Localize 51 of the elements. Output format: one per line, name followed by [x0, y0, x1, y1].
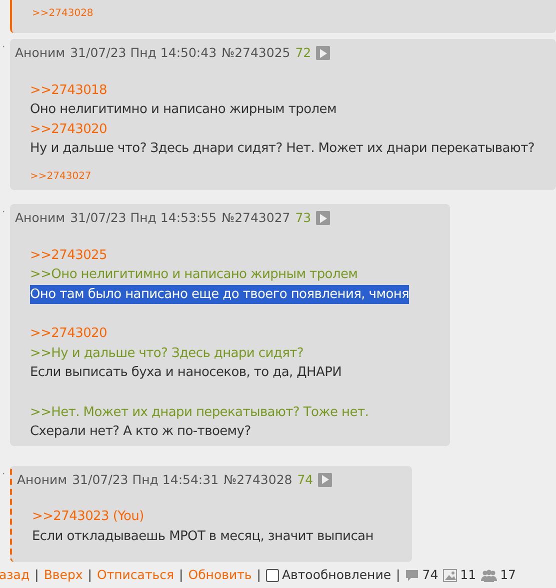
- nav-link[interactable]: Отписаться: [97, 567, 174, 584]
- separator: |: [179, 567, 184, 584]
- backlink[interactable]: >>2743028: [32, 6, 94, 21]
- post-marker: ·: [1, 206, 6, 218]
- post-date: 31/07/23 Пнд 14:50:43: [70, 44, 217, 62]
- nav-link[interactable]: азад: [0, 567, 30, 584]
- post-text: Оно нелигитимно и написано жирным тролем: [30, 101, 336, 120]
- separator: |: [256, 567, 261, 584]
- nav-link[interactable]: Обновить: [188, 567, 252, 584]
- nav-link[interactable]: Вверх: [44, 567, 83, 584]
- post-number[interactable]: №2743027: [222, 208, 290, 228]
- backlink[interactable]: >>2743027: [30, 168, 92, 184]
- reply-link[interactable]: >>2743023 (You): [32, 507, 144, 527]
- reply-link[interactable]: >>2743018: [30, 80, 107, 100]
- autoupdate-label: Автообновление: [282, 567, 392, 584]
- post-number[interactable]: №2743028: [224, 470, 292, 490]
- image-icon: [443, 568, 458, 582]
- quote-text: >>Оно нелигитимно и написано жирным тролем: [30, 266, 358, 284]
- post-marker: ·: [1, 41, 6, 53]
- post-text: Если выписать буха и наносеков, то да, ДНАРИ: [30, 364, 342, 382]
- people-icon: [481, 568, 498, 582]
- author-name: Аноним: [15, 208, 66, 227]
- reply-link[interactable]: >>2743020: [30, 324, 107, 344]
- post-text: Ну и дальше что? Здесь днари сидят? Нет. Может их днари перекатывают?: [30, 140, 534, 158]
- post-number[interactable]: №2743025: [222, 44, 290, 63]
- quote-text: >>Нет. Может их днари перекатывают? Тоже нет.: [30, 404, 369, 422]
- posters-count: 17: [500, 567, 516, 584]
- post-text: Оно там было написано еще до твоего появления, чмоня: [30, 284, 410, 304]
- play-icon[interactable]: [316, 211, 330, 226]
- post-marker: ·: [1, 468, 6, 480]
- author-name: Аноним: [17, 470, 68, 488]
- separator: |: [88, 567, 92, 584]
- post-date: 31/07/23 Пнд 14:53:55: [70, 208, 217, 227]
- speech-bubble-icon: [405, 568, 420, 582]
- play-icon[interactable]: [318, 472, 332, 487]
- reply-link[interactable]: >>2743025: [30, 246, 107, 265]
- post-text: Если откладываешь МРОТ в месяц, значит выписан: [32, 528, 374, 546]
- play-icon[interactable]: [316, 46, 330, 60]
- author-name: Аноним: [15, 44, 66, 62]
- autoupdate-checkbox[interactable]: [266, 568, 279, 582]
- post-count: 73: [295, 208, 312, 227]
- separator: |: [34, 567, 39, 584]
- posts-count: 74: [422, 567, 438, 584]
- separator: |: [396, 567, 400, 584]
- images-count: 11: [460, 567, 476, 584]
- reply-link[interactable]: >>2743020: [30, 120, 107, 140]
- post-count: 74: [297, 470, 314, 488]
- post-date: 31/07/23 Пнд 14:54:31: [72, 470, 219, 488]
- post-text: Схерали нет? А кто ж по-твоему?: [30, 423, 251, 441]
- quote-text: >>Ну и дальше что? Здесь днари сидят?: [30, 344, 304, 362]
- post-count: 72: [295, 44, 312, 62]
